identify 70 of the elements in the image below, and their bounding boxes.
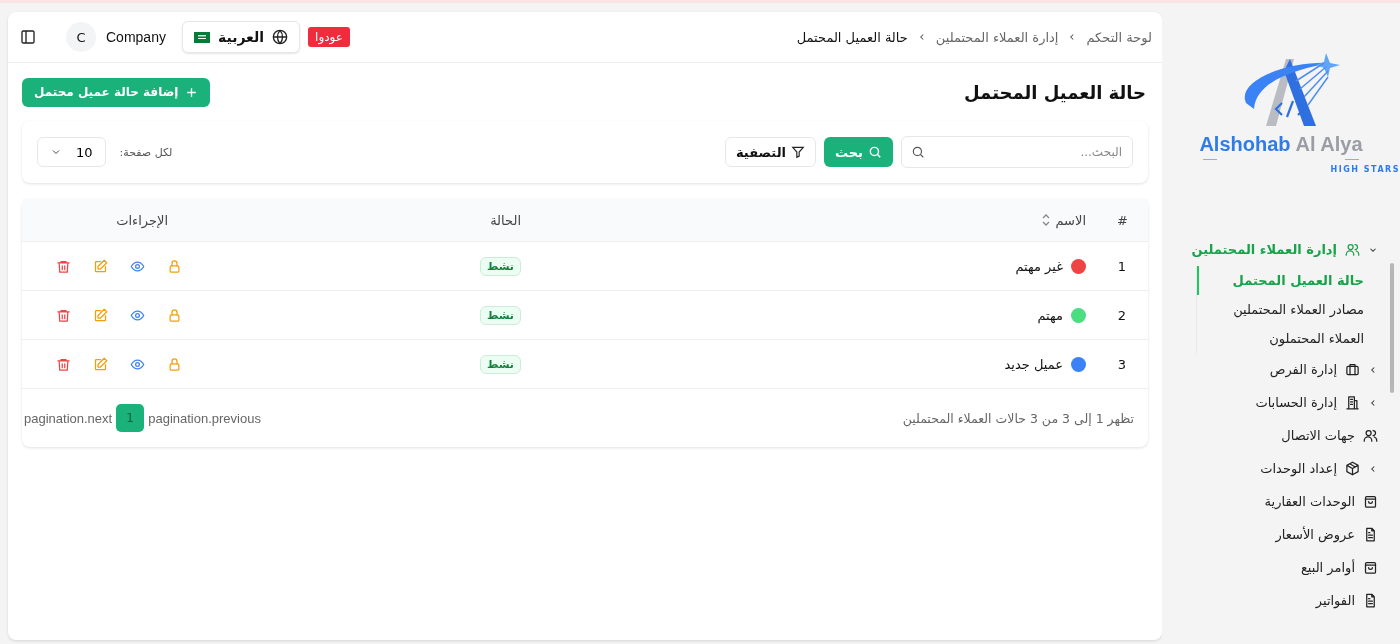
flag-icon	[193, 31, 210, 43]
menu-item[interactable]: إدارة الفرص	[1162, 353, 1400, 386]
edit-icon[interactable]	[93, 307, 108, 323]
menu-item[interactable]: الوحدات العقارية	[1162, 485, 1400, 518]
users-icon	[1345, 242, 1360, 257]
menu-item[interactable]: جهات الاتصال	[1162, 419, 1400, 452]
next-page-button[interactable]: pagination.next	[22, 410, 115, 426]
avatar[interactable]: C	[66, 22, 96, 52]
scrollbar[interactable]	[1390, 263, 1394, 393]
column-header[interactable]: الاسم	[1055, 212, 1086, 228]
delete-icon[interactable]	[56, 307, 71, 323]
language-button[interactable]: العربية	[181, 21, 301, 53]
status-pill: نشط	[479, 305, 521, 325]
filter-icon	[791, 145, 805, 159]
plus-icon	[185, 85, 199, 99]
view-icon[interactable]	[130, 307, 145, 323]
building-icon	[1345, 395, 1360, 410]
per-page-label: لكل صفحة:	[119, 145, 173, 159]
notice-badge: عودوا	[308, 27, 350, 47]
brand-name-suffix: Al Alya	[1295, 133, 1363, 155]
sort-icon[interactable]	[1041, 213, 1052, 227]
status-pill: نشط	[479, 354, 521, 374]
bag-icon	[1363, 494, 1378, 509]
column-header: الإجراءات	[116, 212, 168, 228]
submenu-item[interactable]: مصادر العملاء المحتملين	[1197, 295, 1400, 324]
search-field[interactable]: البحث...	[901, 136, 1133, 168]
lock-icon[interactable]	[167, 307, 182, 323]
view-icon[interactable]	[130, 258, 145, 274]
status-name: عميل جديد	[1004, 356, 1063, 372]
company-name[interactable]: Company	[106, 29, 166, 45]
menu-item[interactable]: الفواتير	[1162, 584, 1400, 617]
menu-item[interactable]: إعداد الوحدات	[1162, 452, 1400, 485]
row-number: 3	[1116, 355, 1127, 374]
row-number: 1	[1116, 257, 1127, 276]
breadcrumb-link[interactable]: لوحة التحكم	[1086, 29, 1152, 45]
column-header: الحالة	[490, 212, 521, 228]
edit-icon[interactable]	[93, 356, 108, 372]
per-page-select[interactable]: 10	[37, 137, 106, 167]
box-icon	[1345, 461, 1360, 476]
delete-icon[interactable]	[56, 356, 71, 372]
breadcrumb-current: حالة العميل المحتمل	[796, 29, 908, 45]
page-title: حالة العميل المحتمل	[964, 81, 1146, 103]
brand-name: Alshohab	[1199, 133, 1291, 155]
brand-tagline: HIGH STARS	[1330, 165, 1400, 174]
globe-icon	[272, 29, 289, 45]
sidebar-toggle-icon[interactable]	[20, 29, 36, 45]
submenu-item[interactable]: العملاء المحتملون	[1197, 324, 1400, 353]
status-name: مهتم	[1037, 307, 1063, 323]
results-summary: تظهر 1 إلى 3 من 3 حالات العملاء المحتملين	[902, 410, 1134, 426]
status-pill: نشط	[479, 256, 521, 276]
delete-icon[interactable]	[56, 258, 71, 274]
view-icon[interactable]	[130, 356, 145, 372]
edit-icon[interactable]	[93, 258, 108, 274]
lock-icon[interactable]	[167, 356, 182, 372]
column-header: #	[1117, 212, 1128, 228]
document-icon	[1363, 593, 1378, 608]
bag-icon	[1363, 560, 1378, 575]
search-icon	[911, 145, 925, 159]
users-icon	[1363, 428, 1378, 443]
breadcrumb-link[interactable]: إدارة العملاء المحتملين	[935, 29, 1059, 45]
lock-icon[interactable]	[167, 258, 182, 274]
search-icon	[868, 145, 882, 159]
menu-item[interactable]: أوامر البيع	[1162, 551, 1400, 584]
document-icon	[1363, 527, 1378, 542]
status-name: غير مهتم	[1015, 258, 1063, 274]
row-number: 2	[1116, 306, 1127, 325]
briefcase-icon	[1345, 362, 1360, 377]
menu-item[interactable]: إدارة الحسابات	[1162, 386, 1400, 419]
menu-item[interactable]: عروض الأسعار	[1162, 518, 1400, 551]
filter-button[interactable]: التصفية	[724, 137, 816, 167]
